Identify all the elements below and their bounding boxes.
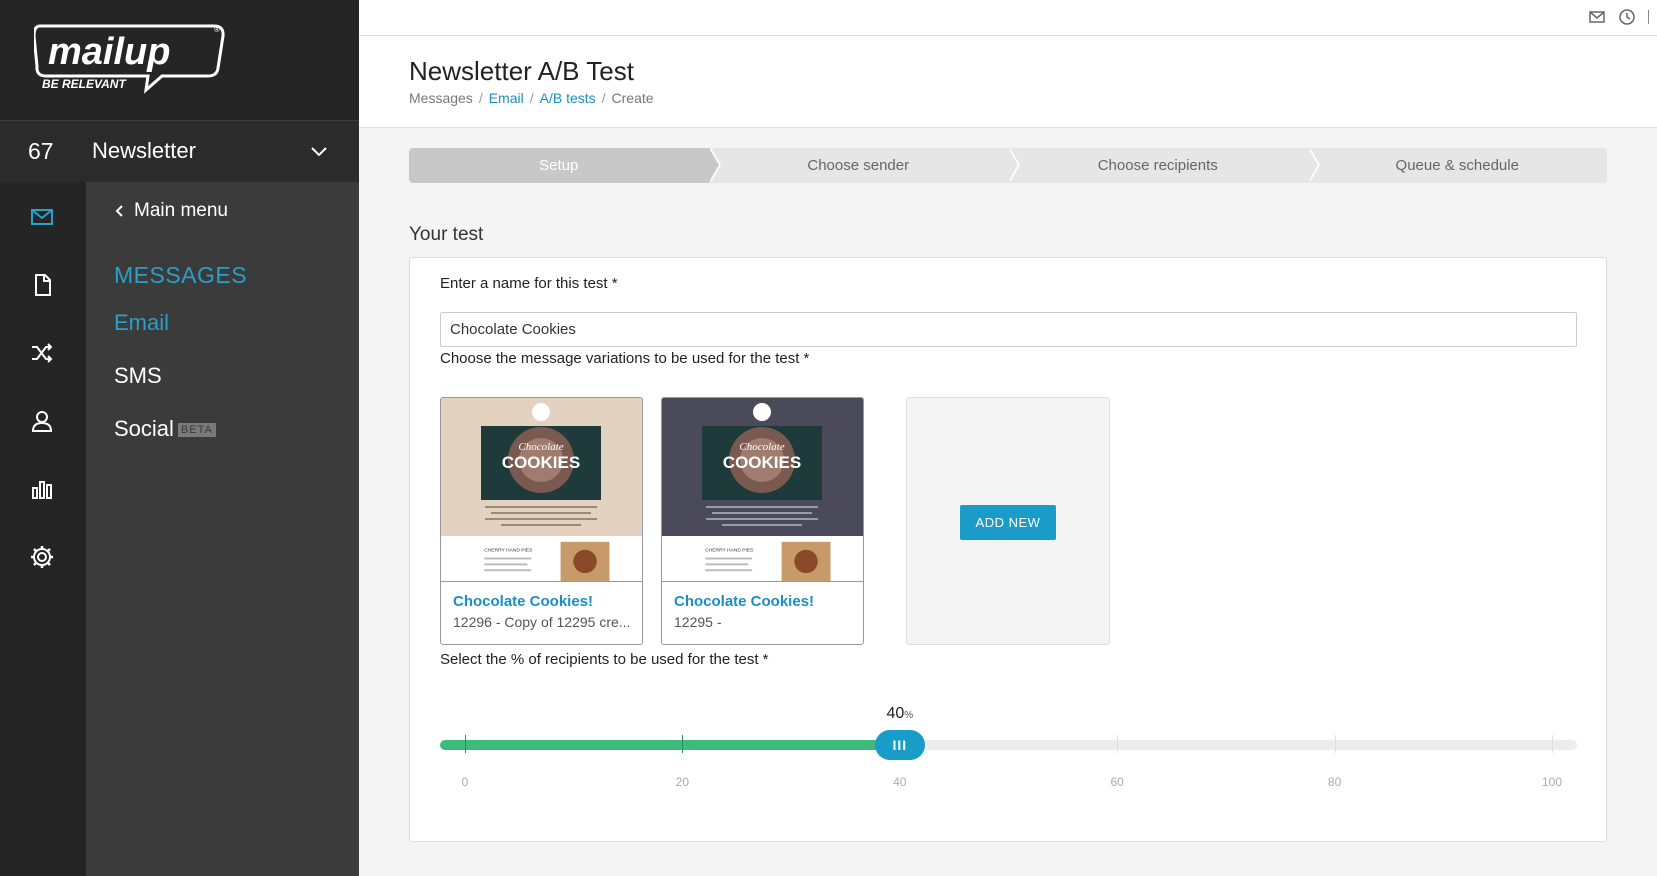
recipients-label: Select the % of recipients to be used fo… <box>440 651 769 668</box>
slider-tick-label: 60 <box>1110 775 1124 789</box>
main-menu-link[interactable]: Main menu <box>114 200 228 222</box>
variation-subtitle: 12296 - Copy of 12295 cre... <box>453 614 631 630</box>
thumb-headline: COOKIES <box>723 453 801 472</box>
name-label: Enter a name for this test * <box>440 275 618 292</box>
add-new-button[interactable]: ADD NEW <box>960 505 1056 540</box>
step-queue-schedule[interactable]: Queue & schedule <box>1307 148 1607 183</box>
slider-tick-label: 100 <box>1541 775 1563 789</box>
logo-tagline: BE RELEVANT <box>42 77 127 91</box>
menu-item-sms[interactable]: SMS <box>114 363 162 389</box>
logo-text: mailup <box>48 31 170 73</box>
step-label: Queue & schedule <box>1395 157 1519 174</box>
step-choose-sender[interactable]: Choose sender <box>708 148 1020 183</box>
variation-title: Chocolate Cookies! <box>674 593 815 610</box>
variation-card[interactable]: COOKIES Chocolate CHERRY HAND PIES Choco… <box>440 397 643 645</box>
slider-fill <box>440 740 900 750</box>
recipients-slider[interactable]: 40% 0 20 40 60 80 100 III <box>440 705 1577 805</box>
step-label: Choose recipients <box>1097 157 1218 174</box>
breadcrumb-email[interactable]: Email <box>489 90 524 106</box>
thumb-headline: COOKIES <box>502 453 580 472</box>
email-thumbnail-lower: CHERRY HAND PIES <box>441 536 642 582</box>
step-label: Setup <box>539 157 579 174</box>
user-icon[interactable] <box>25 404 59 438</box>
breadcrumb: Messages / Email / A/B tests / Create <box>409 90 654 106</box>
step-choose-recipients[interactable]: Choose recipients <box>1008 148 1320 183</box>
wizard-steps: Setup Choose sender Choose recipients Qu… <box>409 148 1607 183</box>
slider-tick-label: 0 <box>461 775 469 789</box>
variation-subtitle: 12295 - <box>674 614 722 630</box>
variation-card[interactable]: COOKIES Chocolate CHERRY HAND PIES Choco… <box>661 397 864 645</box>
email-thumbnail: COOKIES Chocolate <box>441 398 642 536</box>
breadcrumb-messages[interactable]: Messages <box>409 90 473 106</box>
secondary-menu: Main menu MESSAGES Email SMS Social BETA <box>86 182 359 876</box>
slider-value: 40% <box>886 705 913 723</box>
email-thumbnail-lower: CHERRY HAND PIES <box>662 536 863 582</box>
test-name-input[interactable] <box>440 312 1577 347</box>
divider <box>1648 10 1649 24</box>
section-title: Your test <box>409 224 484 245</box>
chevron-left-icon <box>115 205 123 217</box>
slider-tick-label: 40 <box>893 775 907 789</box>
clock-icon[interactable] <box>1618 8 1636 26</box>
top-bar <box>359 0 1657 36</box>
thumb-section: CHERRY HAND PIES <box>484 548 533 554</box>
gear-icon[interactable] <box>25 540 59 574</box>
page-header: Newsletter A/B Test Messages / Email / A/B t… <box>359 36 1657 128</box>
brand-area: mailup BE RELEVANT ® <box>0 0 359 120</box>
menu-item-email[interactable]: Email <box>114 310 169 336</box>
slider-tick <box>1552 735 1553 753</box>
mailup-logo[interactable]: mailup BE RELEVANT ® <box>34 22 234 94</box>
slider-tick-label: 20 <box>675 775 690 789</box>
account-number: 67 <box>28 138 54 164</box>
menu-section-title: MESSAGES <box>114 262 248 288</box>
bar-chart-icon[interactable] <box>25 472 59 506</box>
account-name: Newsletter <box>92 138 196 163</box>
slider-tick <box>465 735 466 753</box>
registered-icon: ® <box>214 25 220 34</box>
breadcrumb-ab-tests[interactable]: A/B tests <box>540 90 596 106</box>
step-setup[interactable]: Setup <box>409 148 721 183</box>
add-variation-box: ADD NEW <box>906 397 1110 645</box>
variations-label: Choose the message variations to be used… <box>440 350 810 367</box>
slider-value-number: 40 <box>886 705 905 722</box>
thumb-section: CHERRY HAND PIES <box>705 548 754 554</box>
slider-handle[interactable]: III <box>874 730 925 760</box>
variation-title: Chocolate Cookies! <box>453 593 594 610</box>
slider-tick <box>682 735 684 753</box>
menu-item-social[interactable]: Social BETA <box>114 416 216 442</box>
chevron-down-icon[interactable] <box>306 139 332 165</box>
slider-tick <box>1117 735 1119 753</box>
page-title: Newsletter A/B Test <box>409 56 634 86</box>
email-thumbnail: COOKIES Chocolate <box>662 398 863 536</box>
account-switcher[interactable]: 67 Newsletter <box>0 120 359 182</box>
slider-value-unit: % <box>904 710 914 721</box>
mail-icon[interactable] <box>25 200 59 234</box>
mail-icon[interactable] <box>1588 8 1606 26</box>
thumb-sub: Chocolate <box>518 441 563 453</box>
slider-tick <box>1334 735 1336 753</box>
main-menu-label: Main menu <box>134 200 228 221</box>
thumb-sub: Chocolate <box>739 441 784 453</box>
slider-tick-label: 80 <box>1327 775 1342 789</box>
breadcrumb-create: Create <box>611 90 654 106</box>
menu-item-social-label: Social <box>114 416 174 441</box>
beta-badge: BETA <box>177 423 216 438</box>
test-form-card: Enter a name for this test * Choose the … <box>409 257 1607 842</box>
document-icon[interactable] <box>25 268 59 302</box>
shuffle-icon[interactable] <box>25 336 59 370</box>
step-label: Choose sender <box>807 157 910 174</box>
